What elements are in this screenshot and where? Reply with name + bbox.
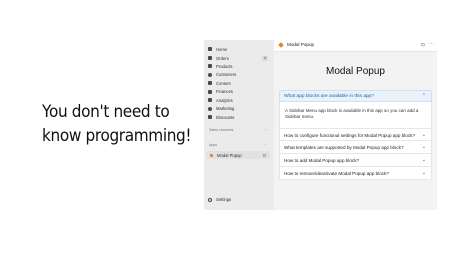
sidebar-item-label: Home — [216, 46, 228, 52]
more-options-icon[interactable]: ··· — [429, 41, 434, 47]
content-icon — [208, 81, 212, 85]
sidebar-item-finances[interactable]: Finances — [208, 88, 233, 96]
chevron-right-icon[interactable]: › — [265, 127, 266, 132]
faq-item[interactable]: How to add Modal Popup app block? ⌄ — [279, 154, 432, 167]
faq-answer: A Sidebar Menu app block is available in… — [285, 108, 419, 119]
sidebar-item-label: Settings — [216, 197, 232, 202]
faq-question: What app blocks are available in this ap… — [284, 94, 374, 99]
sales-channels-heading[interactable]: Sales channels — [209, 128, 233, 132]
sidebar-item-label: Customers — [216, 72, 237, 77]
tag-icon — [208, 64, 212, 68]
faq-item[interactable]: What templates are supported by Modal Po… — [279, 141, 432, 154]
faq-question: How to remove/deactivate Modal Popup app… — [284, 170, 389, 176]
sidebar-item-label: Finances — [216, 89, 233, 94]
admin-app-window: Home Orders 4 Products Customers Content… — [204, 40, 437, 210]
faq-question: What templates are supported by Modal Po… — [284, 144, 404, 150]
headline-line-2: know programming! — [42, 126, 192, 146]
sidebar-item-settings[interactable]: Settings — [208, 197, 231, 202]
sidebar-item-label: Modal Popup — [217, 152, 242, 158]
sidebar-item-label: Marketing — [216, 106, 235, 111]
app-logo-icon — [278, 42, 284, 48]
main-content: Modal Popup ⊡ ··· Modal Popup What app b… — [274, 40, 437, 210]
sidebar-item-label: Products — [216, 63, 233, 69]
faq-item[interactable]: How to remove/deactivate Modal Popup app… — [279, 167, 432, 180]
promo-headline: You don't need to know programming! — [42, 100, 195, 148]
home-icon — [208, 47, 212, 51]
chevron-up-icon[interactable]: ⌃ — [422, 93, 426, 99]
gear-icon — [208, 197, 212, 202]
chevron-down-icon[interactable]: ⌄ — [422, 144, 426, 150]
app-logo-icon — [210, 153, 213, 157]
faq-question: How to configure functional settings for… — [284, 132, 416, 138]
sidebar-item-label: Analytics — [216, 97, 233, 103]
sidebar-item-orders[interactable]: Orders — [208, 54, 229, 62]
sidebar: Home Orders 4 Products Customers Content… — [204, 40, 274, 210]
app-title-bar: Modal Popup ⊡ ··· — [274, 40, 437, 52]
bank-icon — [208, 89, 212, 94]
sidebar-item-label: Content — [216, 80, 231, 86]
sidebar-item-marketing[interactable]: Marketing — [208, 105, 234, 113]
sidebar-item-customers[interactable]: Customers — [208, 71, 236, 79]
orders-count-badge: 4 — [262, 55, 268, 61]
sidebar-item-home[interactable]: Home — [208, 45, 227, 53]
sidebar-item-analytics[interactable]: Analytics — [208, 96, 233, 104]
sidebar-item-modal-popup[interactable]: Modal Popup ⊡ — [206, 151, 270, 159]
faq-item[interactable]: How to configure functional settings for… — [279, 128, 432, 141]
person-icon — [208, 72, 212, 77]
sidebar-item-discounts[interactable]: Discounts — [208, 113, 234, 121]
chevron-down-icon[interactable]: ⌄ — [422, 170, 426, 176]
faq-item-expanded-header[interactable]: What app blocks are available in this ap… — [279, 90, 432, 102]
pin-icon[interactable]: ⊡ — [263, 153, 266, 158]
headline-line-1: You don't need to — [42, 102, 170, 122]
sidebar-item-products[interactable]: Products — [208, 62, 233, 70]
page-title: Modal Popup — [326, 66, 385, 77]
sidebar-item-label: Orders — [216, 55, 229, 61]
chevron-down-icon[interactable]: ⌄ — [422, 157, 426, 163]
faq-question: How to add Modal Popup app block? — [284, 157, 360, 163]
sidebar-item-label: Discounts — [216, 114, 235, 120]
app-title: Modal Popup — [287, 42, 315, 47]
pin-icon[interactable]: ⊡ — [421, 42, 425, 48]
orders-icon — [208, 56, 212, 60]
chevron-right-icon[interactable]: › — [265, 142, 266, 147]
apps-heading[interactable]: Apps — [209, 143, 217, 147]
discount-icon — [208, 115, 212, 119]
chevron-down-icon[interactable]: ⌄ — [422, 132, 426, 138]
faq-answer-panel: A Sidebar Menu app block is available in… — [279, 102, 432, 128]
sidebar-item-content[interactable]: Content — [208, 79, 231, 87]
target-icon — [208, 106, 212, 111]
chart-icon — [208, 98, 212, 102]
